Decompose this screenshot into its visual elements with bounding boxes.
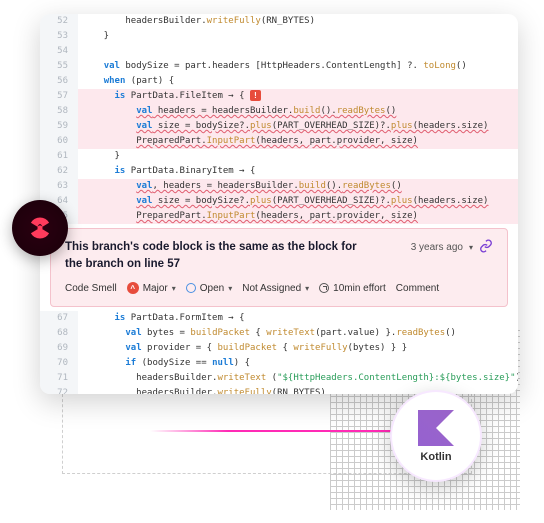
- clock-icon: [319, 283, 329, 293]
- severity-icon: ^: [127, 282, 139, 294]
- line-source: val bytes = buildPacket { writeText(part…: [78, 326, 518, 341]
- line-number: 56: [40, 74, 78, 89]
- code-line: 61 }: [40, 149, 518, 164]
- line-source: val, headers = headersBuilder.build().re…: [78, 179, 518, 194]
- issue-panel: This branch's code block is the same as …: [50, 228, 508, 307]
- code-line: 70 if (bodySize == null) {: [40, 356, 518, 371]
- line-source: val provider = { buildPacket { writeFull…: [78, 341, 518, 356]
- radiation-icon: [26, 214, 54, 242]
- line-source: is PartData.FormItem → {: [78, 311, 518, 326]
- chevron-down-icon[interactable]: ▾: [172, 284, 176, 293]
- chevron-down-icon[interactable]: ▾: [305, 284, 309, 293]
- code-line: 69 val provider = { buildPacket { writeF…: [40, 341, 518, 356]
- issue-comment-link[interactable]: Comment: [396, 283, 439, 294]
- code-line: 56 when (part) {: [40, 74, 518, 89]
- line-source: }: [78, 149, 518, 164]
- line-number: 72: [40, 386, 78, 394]
- line-number: 52: [40, 14, 78, 29]
- code-line: 53 }: [40, 29, 518, 44]
- line-source: headersBuilder.writeText ("${HttpHeaders…: [78, 371, 518, 386]
- link-icon[interactable]: [479, 239, 493, 256]
- line-source: val size = bodySize?.plus(PART_OVERHEAD_…: [78, 119, 518, 134]
- line-source: val bodySize = part.headers [HttpHeaders…: [78, 59, 518, 74]
- line-number: 71: [40, 371, 78, 386]
- line-source: }: [78, 29, 518, 44]
- status-open-icon: [186, 283, 196, 293]
- code-line: 64 val size = bodySize?.plus(PART_OVERHE…: [40, 194, 518, 209]
- line-source: headersBuilder.writeFully(RN_BYTES): [78, 14, 518, 29]
- line-source: is PartData.BinaryItem → {: [78, 164, 518, 179]
- code-line: 54: [40, 44, 518, 59]
- code-line: 60 PreparedPart.InputPart(headers, part.…: [40, 134, 518, 149]
- issue-effort: 10min effort: [319, 283, 386, 294]
- line-source: when (part) {: [78, 74, 518, 89]
- language-badge: Kotlin: [390, 390, 482, 482]
- line-number: 70: [40, 356, 78, 371]
- line-source: val size = bodySize?.plus(PART_OVERHEAD_…: [78, 194, 518, 209]
- line-number: 63: [40, 179, 78, 194]
- code-line: 62 is PartData.BinaryItem → {: [40, 164, 518, 179]
- language-label: Kotlin: [420, 451, 451, 463]
- issue-age: 3 years ago ▾: [411, 239, 493, 256]
- code-line: 55 val bodySize = part.headers [HttpHead…: [40, 59, 518, 74]
- line-number: 61: [40, 149, 78, 164]
- code-line: 71 headersBuilder.writeText ("${HttpHead…: [40, 371, 518, 386]
- code-line: 52 headersBuilder.writeFully(RN_BYTES): [40, 14, 518, 29]
- line-number: 68: [40, 326, 78, 341]
- chevron-down-icon[interactable]: ▾: [469, 243, 473, 252]
- line-number: 55: [40, 59, 78, 74]
- code-line: 59 val size = bodySize?.plus(PART_OVERHE…: [40, 119, 518, 134]
- issue-meta-row: Code Smell ^Major▾ Open▾ Not Assigned▾ 1…: [65, 282, 493, 294]
- code-block-top: 52 headersBuilder.writeFully(RN_BYTES)53…: [40, 14, 518, 224]
- line-number: 62: [40, 164, 78, 179]
- line-source: PreparedPart.InputPart(headers, part.pro…: [78, 209, 518, 224]
- issue-age-text: 3 years ago: [411, 242, 463, 253]
- code-line: 67 is PartData.FormItem → {: [40, 311, 518, 326]
- line-number: 54: [40, 44, 78, 59]
- issue-title[interactable]: This branch's code block is the same as …: [65, 239, 365, 272]
- line-source: val headers = headersBuilder.build().rea…: [78, 104, 518, 119]
- line-source: PreparedPart.InputPart(headers, part.pro…: [78, 134, 518, 149]
- code-line: 68 val bytes = buildPacket { writeText(p…: [40, 326, 518, 341]
- issue-severity[interactable]: ^Major▾: [127, 282, 176, 294]
- line-number: 67: [40, 311, 78, 326]
- decorative-connector-line: [150, 430, 410, 432]
- line-number: 58: [40, 104, 78, 119]
- code-line: 65 PreparedPart.InputPart(headers, part.…: [40, 209, 518, 224]
- chevron-down-icon[interactable]: ▾: [228, 284, 232, 293]
- issue-type[interactable]: Code Smell: [65, 283, 117, 294]
- code-line: 58 val headers = headersBuilder.build().…: [40, 104, 518, 119]
- line-number: 59: [40, 119, 78, 134]
- code-line: 63 val, headers = headersBuilder.build()…: [40, 179, 518, 194]
- issue-assignee[interactable]: Not Assigned▾: [242, 283, 309, 294]
- sonar-badge: [12, 200, 68, 256]
- code-issue-card: 52 headersBuilder.writeFully(RN_BYTES)53…: [40, 14, 518, 394]
- line-source: if (bodySize == null) {: [78, 356, 518, 371]
- line-number: 69: [40, 341, 78, 356]
- code-line: 57 is PartData.FileItem → { !: [40, 89, 518, 104]
- issue-status[interactable]: Open▾: [186, 283, 232, 294]
- code-block-bottom: 67 is PartData.FormItem → {68 val bytes …: [40, 311, 518, 394]
- line-source: is PartData.FileItem → { !: [78, 89, 518, 104]
- line-number: 57: [40, 89, 78, 104]
- line-number: 53: [40, 29, 78, 44]
- line-number: 60: [40, 134, 78, 149]
- line-source: [78, 44, 518, 59]
- kotlin-icon: [418, 410, 454, 446]
